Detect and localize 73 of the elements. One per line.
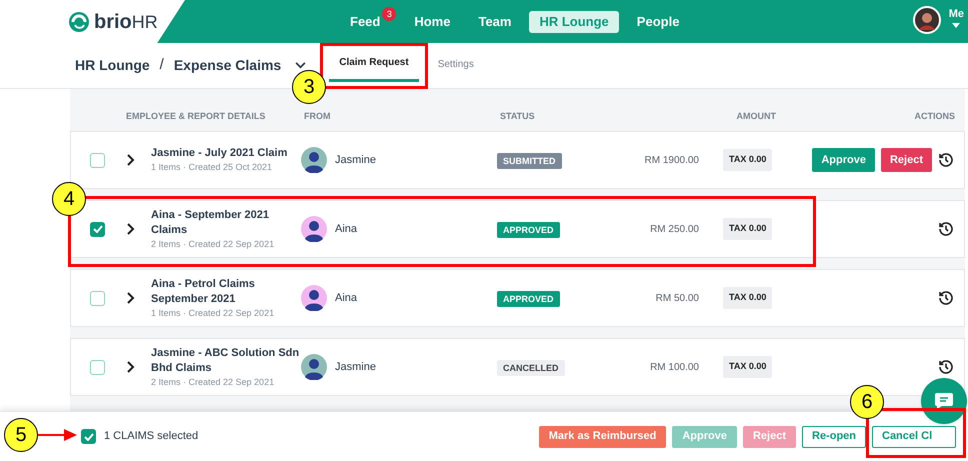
claim-title[interactable]: Aina - Petrol Claims September 2021 [151,276,301,306]
chevron-right-icon[interactable] [127,361,135,373]
user-avatar[interactable] [912,6,941,34]
nav-tab[interactable]: HR Lounge [529,10,619,32]
amount: RM 250.00 [649,222,699,236]
history-icon[interactable] [938,290,954,306]
chevron-right-icon[interactable] [127,154,135,166]
approve-button[interactable]: Approve [812,148,875,172]
tax-badge: TAX 0.00 [723,287,772,309]
nav-tab[interactable]: Feed [340,10,382,32]
amount: RM 100.00 [649,360,699,374]
column-header: EMPLOYEE & REPORT DETAILS [126,110,266,124]
nav-tab[interactable]: Team [468,10,522,32]
column-header: STATUS [500,110,536,124]
user-menu[interactable]: Me [948,6,964,22]
claim-title[interactable]: Aina - September 2021 Claims [151,208,301,238]
bulk-action-button[interactable]: Cancel Cl [872,426,956,448]
checkbox[interactable] [90,152,105,168]
column-header: AMOUNT [736,110,776,124]
history-icon[interactable] [938,152,954,168]
tab[interactable]: Claim Request [329,46,419,82]
claim-row[interactable]: Jasmine - July 2021 Claim 1 Items · Created 25 Oct 2021 Jasmine SUBMITTED RM 1900.00 TAX 0.00 Approve Reject [70,131,965,189]
chevron-right-icon[interactable] [127,223,135,235]
tax-badge: TAX 0.00 [723,218,772,240]
claim-meta: 2 Items · Created 22 Sep 2021 [151,376,276,388]
checkbox[interactable] [81,429,96,444]
claim-row[interactable]: Aina - Petrol Claims September 2021 1 Items · Created 22 Sep 2021 Aina APPROVED RM 50.00 TAX 0.00 [70,269,965,327]
nav-tab[interactable]: Home [404,10,460,32]
arrow [38,428,78,442]
check-icon [92,225,102,233]
logo[interactable]: brioHR [68,6,158,36]
tax-badge: TAX 0.00 [723,356,772,378]
employee-name: Jasmine [335,360,376,375]
status-badge: APPROVED [497,291,560,307]
step-number: 3 [292,70,326,104]
amount: RM 1900.00 [644,154,699,168]
checkbox[interactable] [90,222,105,236]
column-header: FROM [304,110,332,124]
claim-title[interactable]: Jasmine - July 2021 Claim [151,146,301,161]
status-badge: SUBMITTED [497,153,562,169]
employee-name: Jasmine [335,152,376,168]
logo-icon [68,10,90,32]
notification-badge: 3 [382,6,396,20]
employee-name: Aina [335,290,358,306]
claim-meta: 1 Items · Created 25 Oct 2021 [151,161,274,174]
step-number: 4 [52,182,86,216]
bulk-action-button[interactable]: Mark as Reimbursed [538,426,666,448]
chat-icon [934,392,954,410]
tax-badge: TAX 0.00 [723,149,772,171]
selection-count: 1 CLAIMS selected [104,429,198,444]
page-title: Expense Claims [174,56,282,75]
bulk-action-button[interactable]: Re-open [802,426,866,448]
caret-icon[interactable] [952,22,960,28]
column-header: ACTIONS [914,110,955,124]
claim-meta: 1 Items · Created 22 Sep 2021 [151,306,276,320]
history-icon[interactable] [938,221,954,237]
status-badge: CANCELLED [497,360,564,376]
amount: RM 50.00 [654,292,699,306]
tab[interactable]: Settings [428,42,484,88]
reject-button[interactable]: Reject [880,148,932,172]
check-icon [84,432,94,440]
chevron-right-icon[interactable] [127,292,135,304]
checkbox[interactable] [90,360,105,374]
status-badge: APPROVED [497,222,560,238]
claim-meta: 2 Items · Created 22 Sep 2021 [151,238,276,250]
chevron-down-icon[interactable] [295,62,306,69]
claim-title[interactable]: Jasmine - ABC Solution Sdn Bhd Claims [151,346,301,376]
checkbox[interactable] [90,290,105,306]
breadcrumb-link[interactable]: HR Lounge [75,55,150,76]
history-icon[interactable] [938,359,954,375]
breadcrumb-separator: / [160,55,164,76]
nav-tab[interactable]: People [626,10,690,32]
employee-name: Aina [335,222,358,237]
